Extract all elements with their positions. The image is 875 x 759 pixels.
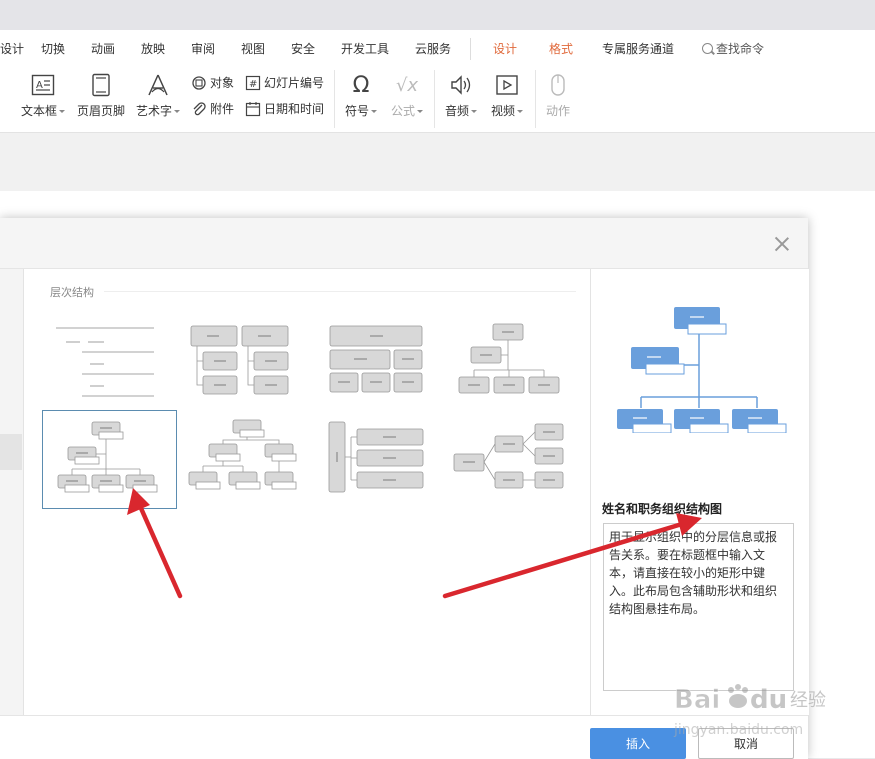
header-footer-label: 页眉页脚 (77, 104, 126, 118)
tab-transition[interactable]: 切换 (41, 40, 65, 57)
layout-table-hierarchy[interactable] (323, 314, 456, 411)
toolbar-spacer (0, 133, 875, 191)
tab-review[interactable]: 审阅 (191, 40, 215, 57)
tab-animation[interactable]: 动画 (91, 40, 115, 57)
slide-number-button[interactable]: # 幻灯片编号 (245, 74, 324, 91)
dialog-footer: 插入 取消 (0, 715, 808, 759)
layout-description: 用于显示组织中的分层信息或报告关系。要在标题框中输入文本，请直接在较小的矩形中键… (603, 523, 794, 691)
symbol-button[interactable]: Ω 符号 (341, 72, 381, 119)
svg-text:A: A (36, 80, 43, 91)
layout-horizontal-hierarchy-bar[interactable] (323, 410, 456, 507)
speaker-icon (441, 72, 481, 98)
formula-icon: √x (395, 74, 419, 96)
video-label: 视频 (490, 104, 515, 118)
textbox-button[interactable]: A 文本框 (20, 72, 66, 119)
title-strip (0, 0, 875, 30)
search-icon (702, 43, 713, 54)
audio-label: 音频 (444, 104, 469, 118)
tab-view[interactable]: 视图 (241, 40, 265, 57)
wordart-label: 艺术字 (135, 104, 172, 118)
tab-separator (470, 38, 471, 60)
video-button[interactable]: 视频 (487, 72, 527, 119)
video-icon (487, 72, 527, 98)
tab-design-partial[interactable]: 设计 (0, 40, 24, 57)
object-label: 对象 (210, 76, 235, 90)
wordart-icon (135, 72, 181, 98)
formula-button[interactable]: √x 公式 (387, 72, 427, 119)
dialog-header (0, 218, 808, 269)
close-icon[interactable] (774, 236, 790, 252)
layout-horizontal-hierarchy[interactable] (450, 410, 583, 507)
layout-name: 姓名和职务组织结构图 (602, 502, 723, 516)
layout-name-title-org-chart[interactable] (42, 410, 177, 509)
insert-button[interactable]: 插入 (590, 728, 686, 759)
date-time-button[interactable]: 日期和时间 (245, 100, 324, 117)
attachment-button[interactable]: 附件 (191, 100, 234, 117)
layout-hierarchy-columns[interactable] (183, 314, 316, 411)
caret-icon (174, 110, 180, 113)
tab-developer[interactable]: 开发工具 (341, 40, 389, 57)
action-label: 动作 (545, 104, 570, 118)
calendar-icon (245, 101, 261, 116)
layout-half-circle-org-chart[interactable] (183, 410, 316, 507)
ribbon-separator (334, 70, 335, 128)
object-icon (192, 75, 206, 90)
tab-smartart-design[interactable]: 设计 (493, 40, 517, 57)
cancel-button[interactable]: 取消 (698, 728, 794, 759)
action-button[interactable]: 动作 (541, 72, 575, 119)
category-list (0, 269, 24, 715)
tab-security[interactable]: 安全 (291, 40, 315, 57)
slide-number-icon: # (245, 75, 261, 90)
mouse-icon (541, 72, 575, 98)
insert-ribbon (0, 67, 875, 133)
svg-text:#: # (249, 79, 257, 90)
category-item-hierarchy[interactable] (0, 434, 22, 470)
audio-button[interactable]: 音频 (441, 72, 481, 119)
tab-cloud[interactable]: 云服务 (415, 40, 451, 57)
textbox-icon: A (20, 72, 66, 98)
tab-exclusive-service[interactable]: 专属服务通道 (602, 40, 674, 57)
tab-slideshow[interactable]: 放映 (141, 40, 165, 57)
omega-icon: Ω (352, 72, 370, 98)
search-command-label: 查找命令 (716, 42, 765, 56)
date-time-label: 日期和时间 (264, 102, 325, 116)
slide-number-label: 幻灯片编号 (264, 76, 325, 90)
ribbon-separator (434, 70, 435, 128)
caret-icon (517, 110, 523, 113)
layout-hierarchy-list[interactable] (42, 314, 175, 411)
caret-icon (59, 110, 65, 113)
search-command[interactable]: 查找命令 (702, 40, 764, 57)
category-title: 层次结构 (50, 286, 94, 299)
tab-format[interactable]: 格式 (549, 40, 573, 57)
smartart-dialog: 层次结构 姓名和职务组织结构图 用于显示组织中的分层信息或报告关系。要在标题框中… (0, 218, 809, 759)
ribbon-separator (535, 70, 536, 128)
layout-details-pane: 姓名和职务组织结构图 用于显示组织中的分层信息或报告关系。要在标题框中输入文本，… (590, 269, 809, 715)
caret-icon (471, 110, 477, 113)
paperclip-icon (193, 101, 206, 115)
layout-org-chart[interactable] (450, 314, 583, 411)
layout-preview (617, 307, 787, 433)
header-footer-icon (77, 72, 125, 98)
textbox-label: 文本框 (20, 104, 57, 118)
attachment-label: 附件 (210, 102, 235, 116)
formula-label: 公式 (390, 104, 415, 118)
caret-icon (371, 110, 377, 113)
wordart-button[interactable]: 艺术字 (135, 72, 181, 119)
category-divider (104, 291, 576, 292)
symbol-label: 符号 (344, 104, 369, 118)
header-footer-button[interactable]: 页眉页脚 (77, 72, 125, 119)
caret-icon (417, 110, 423, 113)
object-button[interactable]: 对象 (191, 74, 234, 91)
